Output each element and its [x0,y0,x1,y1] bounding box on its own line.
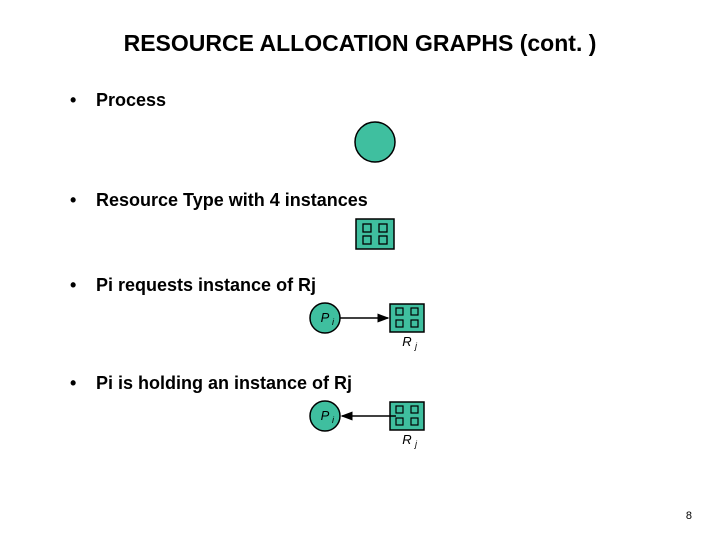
bullet-mark: • [70,373,96,394]
svg-text:R: R [402,432,411,447]
process-circle-icon [350,117,400,167]
bullet-mark: • [70,275,96,296]
bullet-text: Resource Type with 4 instances [96,190,368,211]
bullet-text: Pi requests instance of Rj [96,275,316,296]
diagram-process [70,117,680,172]
bullet-resource-type: • Resource Type with 4 instances [70,190,680,211]
bullet-request-edge: • Pi requests instance of Rj [70,275,680,296]
bullet-mark: • [70,190,96,211]
assignment-edge-icon: P i R j [295,398,455,452]
bullet-mark: • [70,90,96,111]
bullet-list: • Process • Resource Type with 4 instanc… [70,90,680,453]
request-edge-icon: P i R j [295,300,455,354]
bullet-process: • Process [70,90,680,111]
svg-text:j: j [414,341,418,351]
svg-text:P: P [321,310,330,325]
page-title: RESOURCE ALLOCATION GRAPHS (cont. ) [0,30,720,57]
bullet-text: Process [96,90,166,111]
svg-text:P: P [321,408,330,423]
resource-box-icon [354,217,396,251]
svg-text:j: j [414,439,418,449]
diagram-request: P i R j [70,300,680,355]
bullet-text: Pi is holding an instance of Rj [96,373,352,394]
diagram-assignment: P i R j [70,398,680,453]
svg-text:R: R [402,334,411,349]
bullet-assignment-edge: • Pi is holding an instance of Rj [70,373,680,394]
diagram-resource [70,217,680,257]
page-number: 8 [686,510,692,522]
